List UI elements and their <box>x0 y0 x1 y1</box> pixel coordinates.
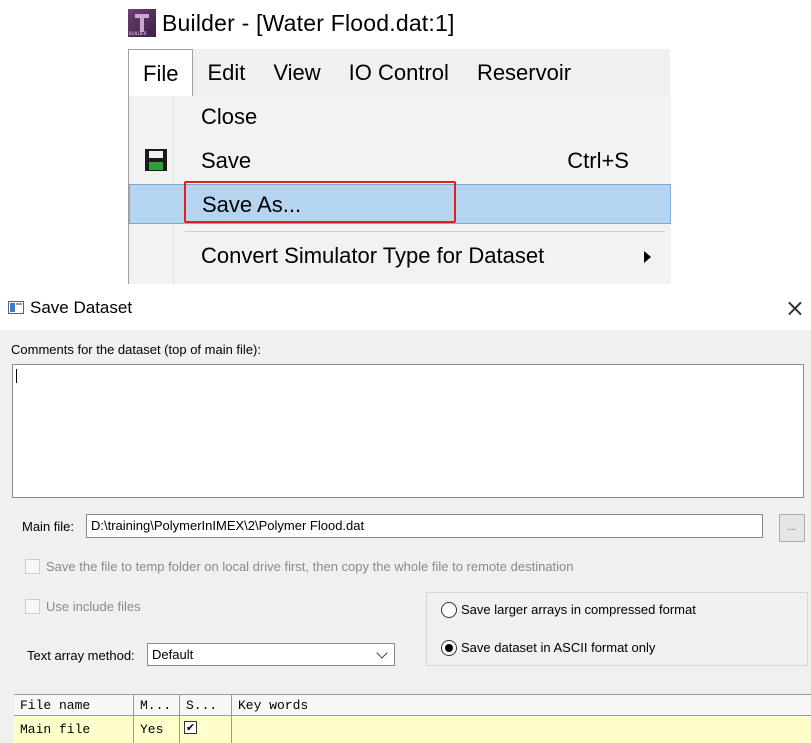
main-file-input[interactable]: D:\training\PolymerInIMEX\2\Polymer Floo… <box>86 514 763 538</box>
column-header-key-words[interactable]: Key words <box>232 695 811 715</box>
floppy-disk-icon <box>145 149 167 171</box>
radio-ascii-label: Save dataset in ASCII format only <box>461 640 656 655</box>
menu-io-control[interactable]: IO Control <box>335 49 463 97</box>
builder-titlebar: BUILDER Builder - [Water Flood.dat:1] <box>128 6 455 40</box>
menu-reservoir[interactable]: Reservoir <box>463 49 585 97</box>
menu-item-save[interactable]: Save Ctrl+S <box>129 143 671 179</box>
menu-edit[interactable]: Edit <box>193 49 259 97</box>
text-array-method-select[interactable]: Default <box>147 643 395 666</box>
text-array-method-value: Default <box>152 647 194 662</box>
menu-file[interactable]: File <box>128 49 194 97</box>
menu-separator <box>185 231 665 232</box>
save-dataset-dialog: Comments for the dataset (top of main fi… <box>0 330 811 743</box>
temp-folder-label: Save the file to temp folder on local dr… <box>46 559 574 574</box>
column-header-m[interactable]: M... <box>134 695 180 715</box>
text-caret <box>16 369 17 383</box>
files-table: File name M... S... Key words Main file … <box>14 694 811 743</box>
menu-item-convert-label: Convert Simulator Type for Dataset <box>201 243 545 268</box>
dialog-titlebar: Save Dataset × <box>0 290 811 330</box>
submenu-arrow-icon <box>644 251 651 263</box>
builder-window-title: Builder - [Water Flood.dat:1] <box>162 9 455 36</box>
table-header: File name M... S... Key words <box>14 694 811 716</box>
cell-m: Yes <box>134 716 180 743</box>
text-array-method-label: Text array method: <box>27 648 135 663</box>
builder-menubar: File Edit View IO Control Reservoir <box>128 49 670 97</box>
comments-textarea[interactable] <box>12 364 804 498</box>
highlight-annotation-box <box>184 181 456 223</box>
temp-folder-checkbox[interactable] <box>25 559 40 574</box>
cell-file-name: Main file <box>14 716 134 743</box>
column-header-file-name[interactable]: File name <box>14 695 134 715</box>
comments-label: Comments for the dataset (top of main fi… <box>11 342 261 357</box>
menu-item-save-shortcut: Ctrl+S <box>567 148 629 173</box>
cell-s: ✔ <box>180 716 232 743</box>
menu-item-convert-simulator[interactable]: Convert Simulator Type for Dataset <box>129 238 671 274</box>
chevron-down-icon <box>376 647 388 659</box>
s-checkbox[interactable]: ✔ <box>184 721 197 734</box>
radio-compressed-label: Save larger arrays in compressed format <box>461 602 696 617</box>
menu-item-close-label: Close <box>201 104 258 129</box>
close-icon[interactable]: × <box>785 294 805 322</box>
radio-ascii-format[interactable] <box>441 640 457 656</box>
menu-view[interactable]: View <box>259 49 334 97</box>
menu-item-save-label: Save <box>201 148 252 173</box>
dialog-title: Save Dataset <box>30 298 133 317</box>
column-header-s[interactable]: S... <box>180 695 232 715</box>
main-file-label: Main file: <box>22 519 75 534</box>
browse-button[interactable]: ... <box>779 514 805 542</box>
include-files-label: Use include files <box>46 599 141 614</box>
radio-compressed-format[interactable] <box>441 602 457 618</box>
include-files-checkbox[interactable] <box>25 599 40 614</box>
cell-key-words[interactable] <box>232 716 811 743</box>
dialog-window-icon <box>8 301 24 314</box>
builder-app-icon: BUILDER <box>128 9 156 37</box>
table-row[interactable]: Main file Yes ✔ <box>14 716 811 743</box>
menu-item-close[interactable]: Close <box>129 99 671 135</box>
